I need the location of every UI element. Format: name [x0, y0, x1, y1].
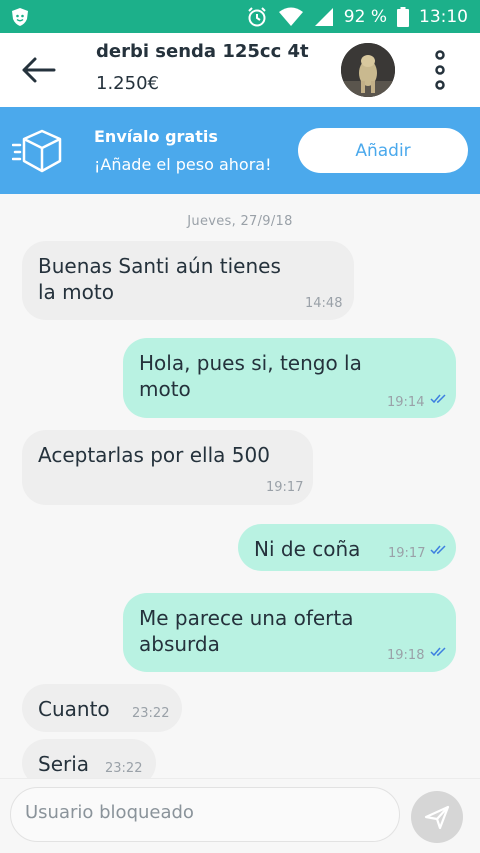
message-bubble-outgoing: Hola, pues si, tengo la moto 19:14: [123, 338, 456, 418]
message-text: Ni de coña: [254, 537, 361, 561]
send-icon: [424, 805, 450, 830]
item-title[interactable]: derbi senda 125cc 4t: [96, 41, 309, 62]
signal-icon: [314, 7, 333, 26]
conversation-header: derbi senda 125cc 4t 1.250€: [0, 33, 480, 107]
message-time: 19:14: [387, 395, 425, 410]
banner-subtitle: ¡Añade el peso ahora!: [94, 155, 272, 174]
message-text: Cuanto: [38, 697, 110, 721]
composer-bar: Usuario bloqueado: [0, 778, 480, 853]
battery-percent: 92 %: [343, 6, 387, 27]
message-bubble-incoming: Buenas Santi aún tienes la moto 14:48: [22, 241, 354, 320]
back-arrow-icon[interactable]: [20, 55, 56, 85]
message-list[interactable]: Jueves, 27/9/18 Buenas Santi aún tienes …: [0, 194, 480, 778]
more-options-icon[interactable]: [430, 49, 450, 91]
banner-title: Envíalo gratis: [94, 127, 218, 146]
message-input-placeholder: Usuario bloqueado: [25, 802, 194, 823]
message-time: 19:17: [266, 480, 304, 495]
clock: 13:10: [419, 6, 468, 27]
message-bubble-outgoing: Me parece una oferta absurda 19:18: [123, 593, 456, 672]
message-bubble-incoming: Cuanto 23:22: [22, 684, 182, 732]
app-shield-icon: [12, 8, 28, 26]
message-bubble-incoming: Aceptarlas por ella 500 19:17: [22, 430, 313, 505]
date-divider: Jueves, 27/9/18: [187, 214, 293, 229]
double-check-icon: [430, 394, 446, 404]
wifi-icon: [278, 7, 303, 26]
message-time: 23:22: [105, 761, 143, 776]
double-check-icon: [430, 545, 446, 555]
add-weight-button[interactable]: Añadir: [298, 128, 468, 173]
message-input[interactable]: Usuario bloqueado: [10, 787, 400, 842]
battery-icon: [397, 6, 409, 27]
message-text: Buenas Santi aún tienes la moto: [38, 254, 281, 304]
alarm-icon: [248, 6, 266, 26]
message-time: 19:17: [388, 546, 426, 561]
message-text: Seria: [38, 752, 90, 776]
message-text: Hola, pues si, tengo la moto: [139, 351, 362, 401]
message-time: 19:18: [387, 648, 425, 663]
message-bubble-incoming: Seria 23:22: [22, 739, 156, 778]
message-time: 23:22: [132, 706, 170, 721]
package-icon: [12, 129, 62, 173]
message-text: Me parece una oferta absurda: [139, 606, 354, 656]
message-bubble-outgoing: Ni de coña 19:17: [238, 524, 456, 571]
send-button[interactable]: [411, 791, 463, 843]
shipping-banner: Envíalo gratis ¡Añade el peso ahora! Aña…: [0, 107, 480, 194]
double-check-icon: [430, 647, 446, 657]
item-price: 1.250€: [96, 73, 159, 94]
message-time: 14:48: [305, 296, 343, 311]
status-bar: 92 % 13:10: [0, 0, 480, 33]
message-text: Aceptarlas por ella 500: [38, 443, 270, 467]
dog-photo: [341, 43, 395, 97]
item-thumbnail[interactable]: [341, 43, 395, 97]
